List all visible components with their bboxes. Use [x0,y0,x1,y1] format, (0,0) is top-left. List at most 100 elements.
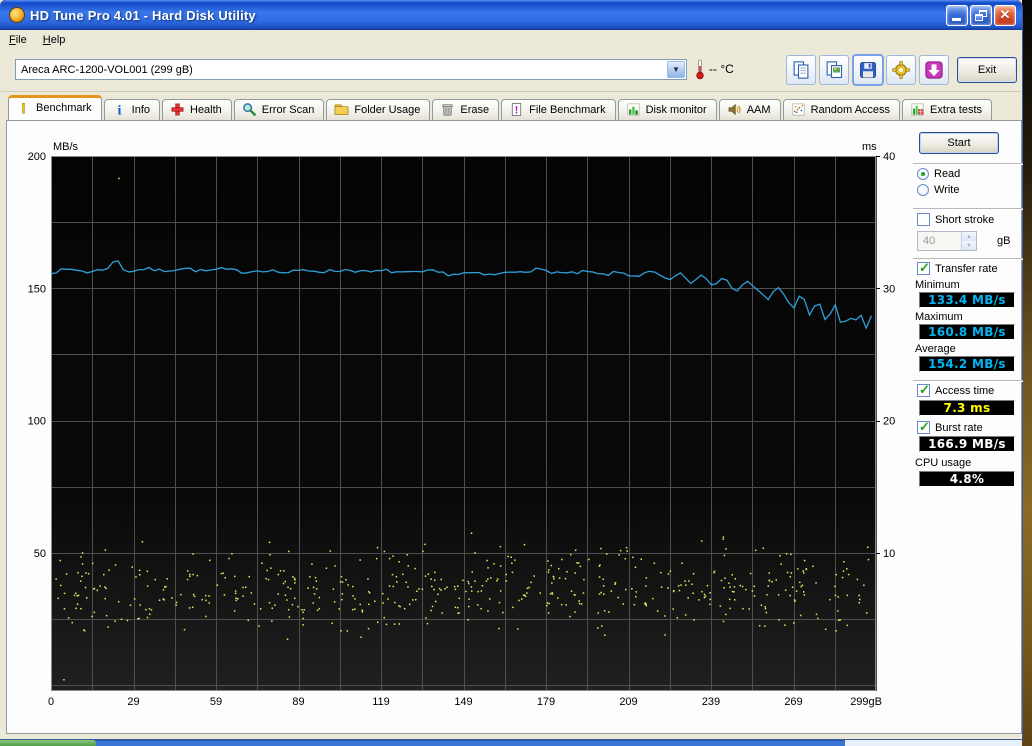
extra-tests-icon [911,103,924,116]
write-radio[interactable] [917,184,929,196]
start-button-sliver[interactable] [0,740,96,746]
copy-image-icon [826,61,843,79]
tab-label: Erase [460,103,490,116]
tab-label: Error Scan [261,103,315,116]
chevron-down-icon[interactable]: ▼ [667,61,685,78]
title-bar[interactable]: HD Tune Pro 4.01 - Hard Disk Utility ✕ [0,0,1022,30]
tab-extra-tests[interactable]: Extra tests [902,99,993,120]
exit-button[interactable]: Exit [957,57,1017,83]
x-tick: 149 [454,696,472,708]
read-radio[interactable] [917,168,929,180]
window-title: HD Tune Pro 4.01 - Hard Disk Utility [30,7,256,23]
transfer-rate-checkbox[interactable] [917,260,930,276]
restore-button[interactable] [970,4,992,26]
tab-erase[interactable]: Erase [432,99,500,120]
desktop-wallpaper-strip [1022,0,1032,746]
desktop: HD Tune Pro 4.01 - Hard Disk Utility ✕ F… [0,0,1032,746]
access-time-checkbox[interactable] [917,382,930,398]
captures-button[interactable] [919,55,949,85]
tab-benchmark[interactable]: ! Benchmark [8,95,102,120]
options-button[interactable] [886,55,916,85]
separator [913,208,1023,209]
close-button[interactable]: ✕ [994,4,1016,26]
svg-text:!: ! [515,104,519,116]
x-tick: 269 [784,696,802,708]
tab-info[interactable]: i Info [103,99,160,120]
tab-health[interactable]: Health [162,99,232,120]
tab-error-scan[interactable]: Error Scan [233,99,325,120]
minimize-button[interactable] [946,4,968,26]
transfer-rate-label: Transfer rate [935,262,998,275]
access-time-value: 7.3 ms [919,400,1015,416]
y-right-tick: 10 [883,548,895,560]
random-access-icon [792,103,804,116]
minimum-label: Minimum [915,279,960,291]
burst-rate-value: 166.9 MB/s [919,436,1015,452]
cpu-usage-label: CPU usage [915,457,972,469]
read-radio-label: Read [934,168,961,180]
short-stroke-size-value: 40 [923,235,936,247]
short-stroke-label: Short stroke [935,213,995,226]
menu-file[interactable]: File [1,32,35,48]
maximum-label: Maximum [915,311,963,323]
save-screenshot-button[interactable] [852,54,884,86]
y-left-tick: 100 [28,416,46,428]
tab-aam[interactable]: AAM [718,99,781,120]
x-tick: 209 [619,696,637,708]
y-left-tick: 200 [28,151,46,163]
disk-monitor-icon [627,103,639,116]
access-time-label: Access time [935,384,995,397]
copy-text-icon [793,61,809,79]
burst-rate-label: Burst rate [935,421,983,434]
info-icon: i [117,103,121,117]
minimize-icon [952,17,961,21]
copy-text-button[interactable] [786,55,816,85]
x-tick: 119 [372,696,390,708]
copy-image-button[interactable] [819,55,849,85]
benchmark-icon: ! [21,101,26,116]
x-tick: 59 [210,696,222,708]
svg-text:!: ! [21,101,26,116]
taskbar-tray-sliver [845,740,1022,746]
taskbar-sliver[interactable] [0,740,1022,746]
y-right-tick: 20 [883,416,895,428]
tab-random-access[interactable]: Random Access [782,99,901,120]
tab-disk-monitor[interactable]: Disk monitor [617,99,717,120]
maximum-value: 160.8 MB/s [919,324,1015,340]
separator [913,380,1023,381]
drive-selector-value: Areca ARC-1200-VOL001 (299 gB) [21,63,193,76]
x-tick: 0 [48,696,54,708]
start-button[interactable]: Start [919,132,999,154]
short-stroke-checkbox[interactable] [917,213,930,226]
health-icon [171,103,184,116]
benchmark-tab-page: MB/s ms 200 150 100 50 40 30 20 10 0 29 59 89 119 149 17… [6,120,1023,734]
app-icon [9,7,25,23]
tab-label: Disk monitor [645,103,707,116]
x-tick: 29 [127,696,139,708]
tab-label: Random Access [810,103,891,116]
menu-help[interactable]: Help [35,32,74,48]
erase-icon [442,104,453,116]
y-right-tick: 30 [883,283,895,295]
y-left-axis-label: MB/s [53,141,79,153]
drive-selector[interactable]: Areca ARC-1200-VOL001 (299 gB) ▼ [15,59,687,80]
hdtune-window: HD Tune Pro 4.01 - Hard Disk Utility ✕ F… [0,0,1023,739]
stepper-down-icon[interactable]: ▼ [962,241,976,250]
burst-rate-checkbox[interactable] [917,419,930,435]
tab-label: File Benchmark [529,103,606,116]
short-stroke-unit-label: gB [997,235,1011,247]
x-tick: 179 [537,696,555,708]
folder-usage-icon [334,104,349,115]
svg-text:i: i [117,103,121,117]
y-left-tick: 150 [28,283,46,295]
tab-bar: ! Benchmark i Info Health Error Scan Folder Us… [8,95,994,120]
menu-bar: File Help [1,30,1021,50]
average-label: Average [915,343,956,355]
error-scan-icon [242,103,256,116]
short-stroke-size-stepper[interactable]: 40 ▲ ▼ [917,231,977,251]
cpu-usage-value: 4.8% [919,471,1015,487]
tab-folder-usage[interactable]: Folder Usage [326,99,431,120]
stepper-up-icon[interactable]: ▲ [962,232,976,241]
captures-icon [925,61,943,79]
tab-file-benchmark[interactable]: ! File Benchmark [501,99,616,120]
